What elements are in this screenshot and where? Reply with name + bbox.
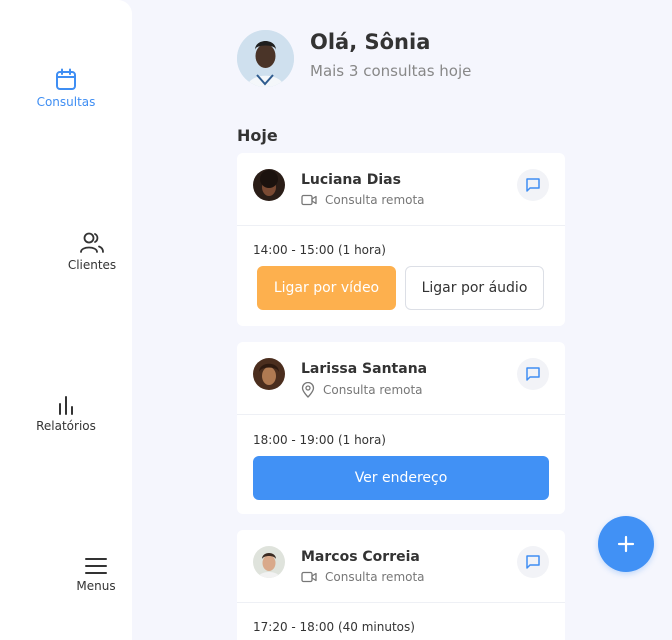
view-address-button[interactable]: Ver endereço [253, 456, 549, 500]
sidebar-item-label: Relatórios [36, 419, 96, 433]
plus-icon [617, 535, 635, 553]
greeting-title: Olá, Sônia [310, 30, 431, 54]
add-appointment-button[interactable] [598, 516, 654, 572]
chat-icon [526, 555, 540, 569]
patient-name: Luciana Dias [301, 172, 401, 188]
sidebar-item-label: Menus [76, 579, 116, 593]
appointment-time: 14:00 - 15:00 (1 hora) [253, 243, 386, 257]
audio-call-button[interactable]: Ligar por áudio [405, 266, 544, 310]
appointment-type-label: Consulta remota [323, 383, 423, 397]
sidebar-item-clientes[interactable]: Clientes [26, 231, 158, 272]
sidebar-item-label: Consultas [36, 95, 96, 109]
sidebar-item-consultas[interactable]: Consultas [0, 68, 132, 109]
appointment-type: Consulta remota [301, 193, 425, 207]
sidebar-item-menus[interactable]: Menus [30, 556, 162, 593]
menu-icon [85, 558, 107, 574]
appointment-type-label: Consulta remota [325, 570, 425, 584]
sidebar-item-label: Clientes [67, 258, 117, 272]
patient-avatar [253, 169, 285, 201]
sidebar-item-relatorios[interactable]: Relatórios [0, 394, 132, 433]
video-call-button[interactable]: Ligar por vídeo [257, 266, 396, 310]
chat-button[interactable] [517, 169, 549, 201]
appointment-card: Luciana Dias Consulta remota 14:00 - 15:… [237, 153, 565, 326]
chat-icon [526, 178, 540, 192]
greeting-subtitle: Mais 3 consultas hoje [310, 62, 472, 80]
video-icon [301, 194, 317, 206]
patient-name: Marcos Correia [301, 549, 420, 565]
appointment-time: 18:00 - 19:00 (1 hora) [253, 433, 386, 447]
calendar-icon [56, 68, 76, 90]
chat-button[interactable] [517, 358, 549, 390]
video-icon [301, 571, 317, 583]
chat-icon [526, 367, 540, 381]
appointment-card: Marcos Correia Consulta remota 17:20 - 1… [237, 530, 565, 640]
appointment-card: Larissa Santana Consulta remota 18:00 - … [237, 342, 565, 514]
sidebar: Consultas Clientes Relatórios Menus [0, 0, 132, 640]
user-avatar[interactable] [237, 30, 294, 87]
chat-button[interactable] [517, 546, 549, 578]
bar-chart-icon [59, 396, 73, 415]
appointment-type: Consulta remota [301, 382, 423, 398]
users-icon [80, 232, 104, 253]
patient-avatar [253, 358, 285, 390]
appointment-type-label: Consulta remota [325, 193, 425, 207]
appointment-type: Consulta remota [301, 570, 425, 584]
section-title: Hoje [237, 126, 278, 145]
appointment-card-header: Luciana Dias Consulta remota [237, 153, 565, 226]
patient-avatar [253, 546, 285, 578]
patient-name: Larissa Santana [301, 361, 428, 377]
appointment-card-header: Marcos Correia Consulta remota [237, 530, 565, 603]
appointment-time: 17:20 - 18:00 (40 minutos) [253, 620, 415, 634]
avatar-photo [237, 30, 294, 87]
location-pin-icon [301, 382, 315, 398]
appointment-card-header: Larissa Santana Consulta remota [237, 342, 565, 415]
